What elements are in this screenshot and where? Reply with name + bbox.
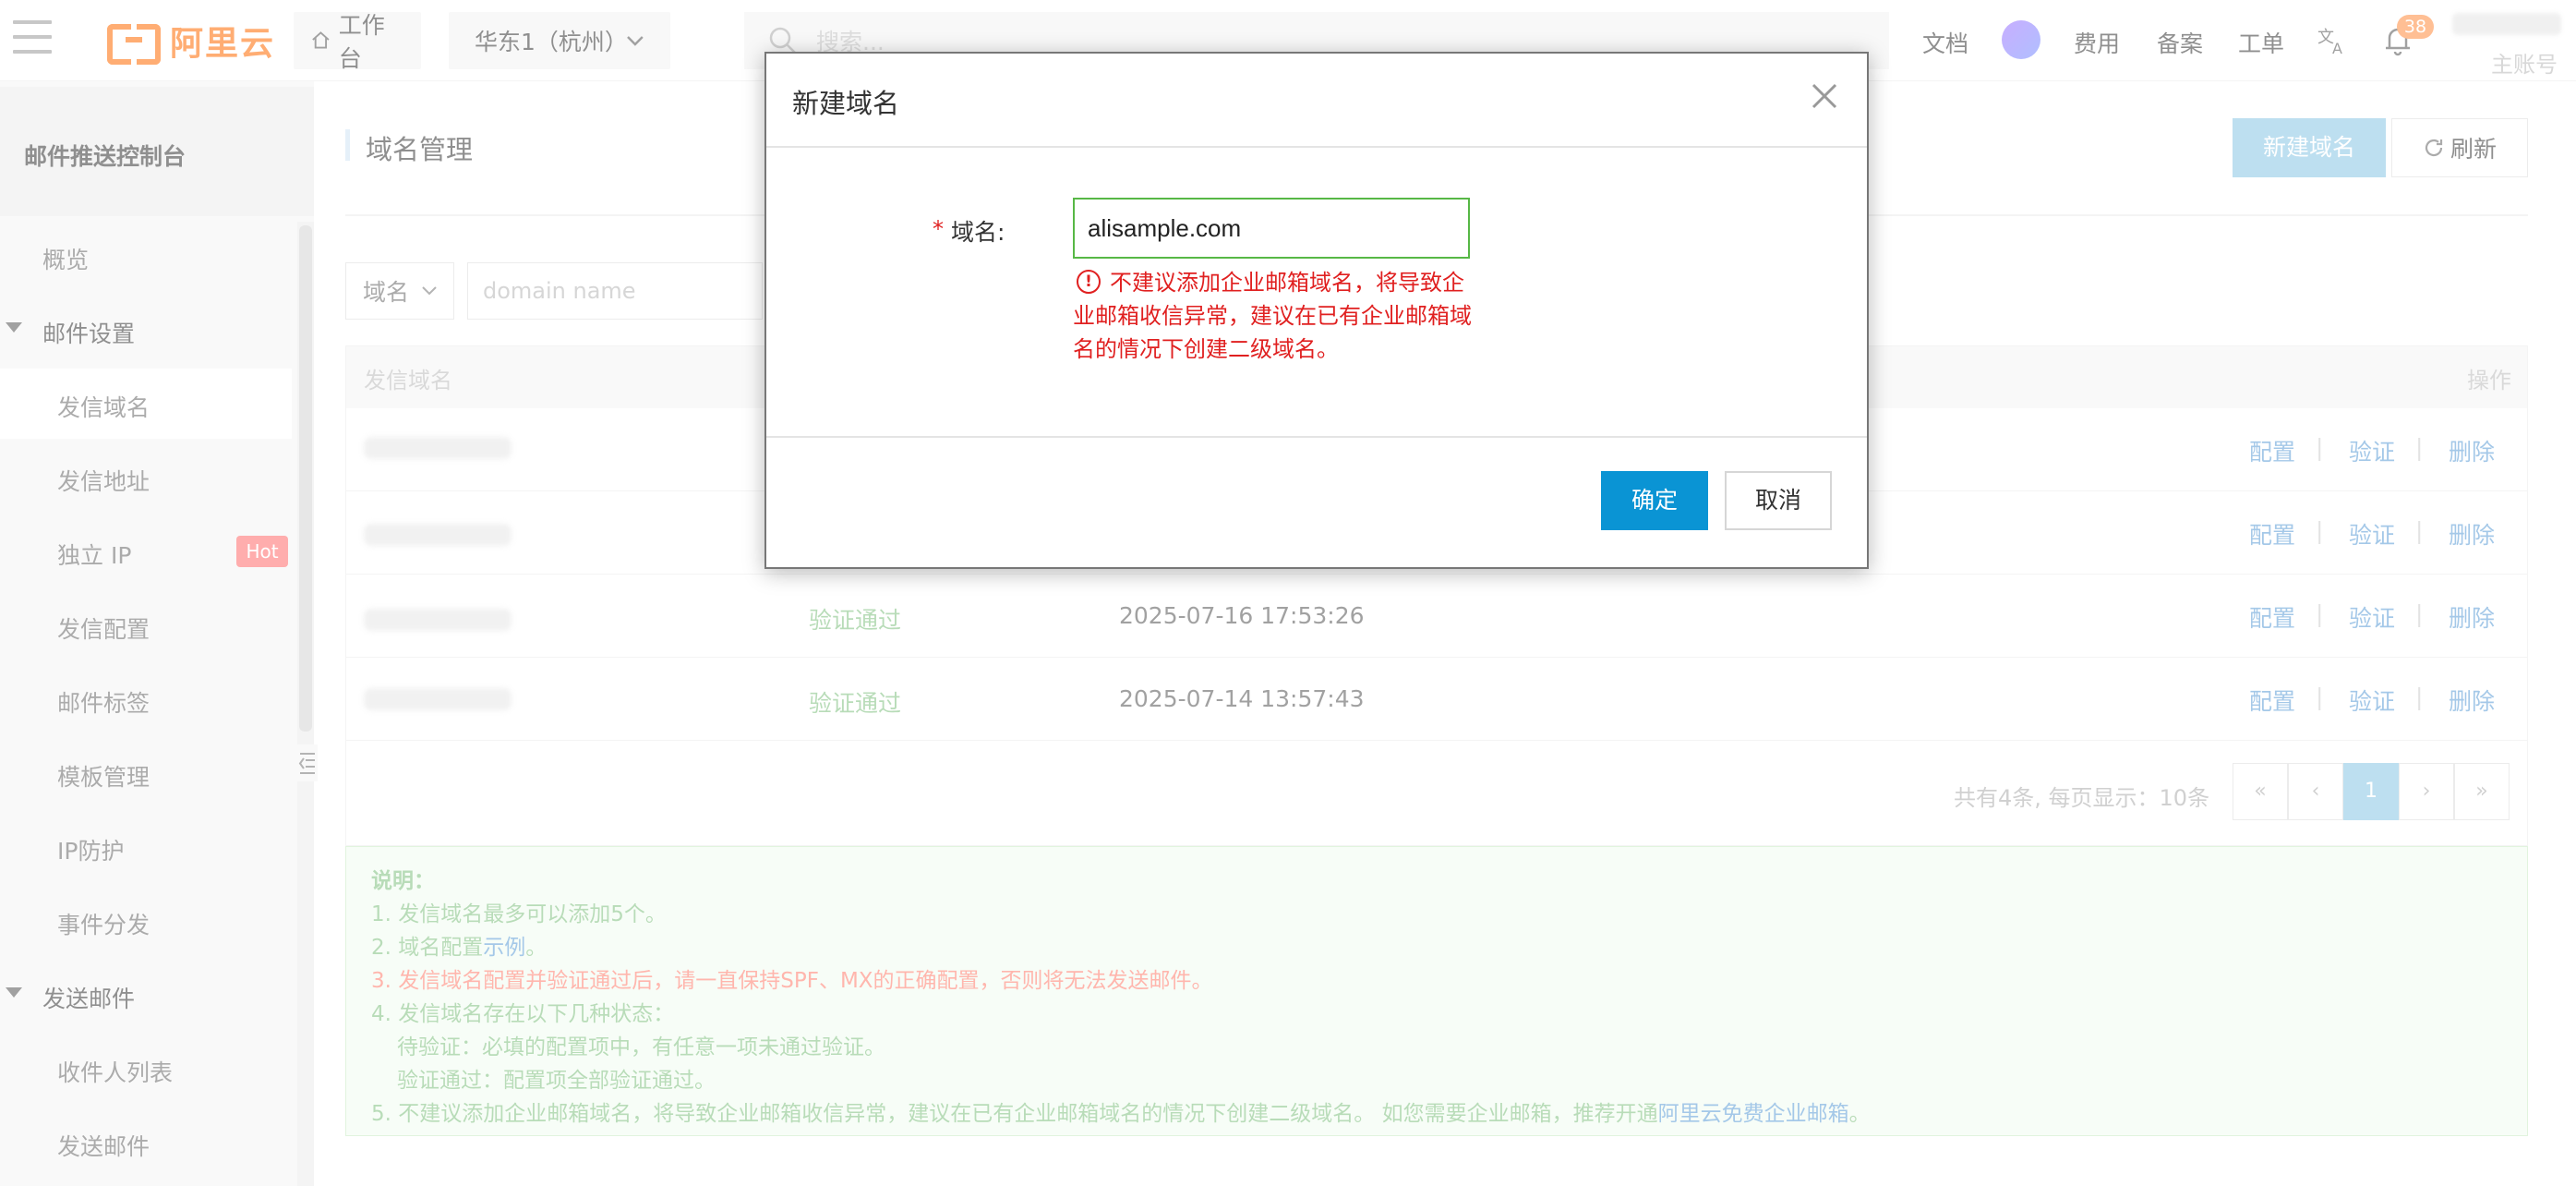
- domain-name-input[interactable]: [1073, 198, 1470, 259]
- required-marker: *: [933, 216, 944, 242]
- confirm-button[interactable]: 确定: [1601, 471, 1708, 530]
- cancel-button[interactable]: 取消: [1725, 471, 1832, 530]
- domain-field-label: 域名:: [951, 219, 1005, 246]
- domain-warning-message: 不建议添加企业邮箱域名，将导致企业邮箱收信异常，建议在已有企业邮箱域名的情况下创…: [1073, 270, 1472, 362]
- dialog-title: 新建域名: [792, 88, 900, 119]
- dialog-footer-divider: [766, 436, 1867, 438]
- close-icon[interactable]: [1806, 78, 1843, 115]
- dialog-divider: [766, 146, 1867, 148]
